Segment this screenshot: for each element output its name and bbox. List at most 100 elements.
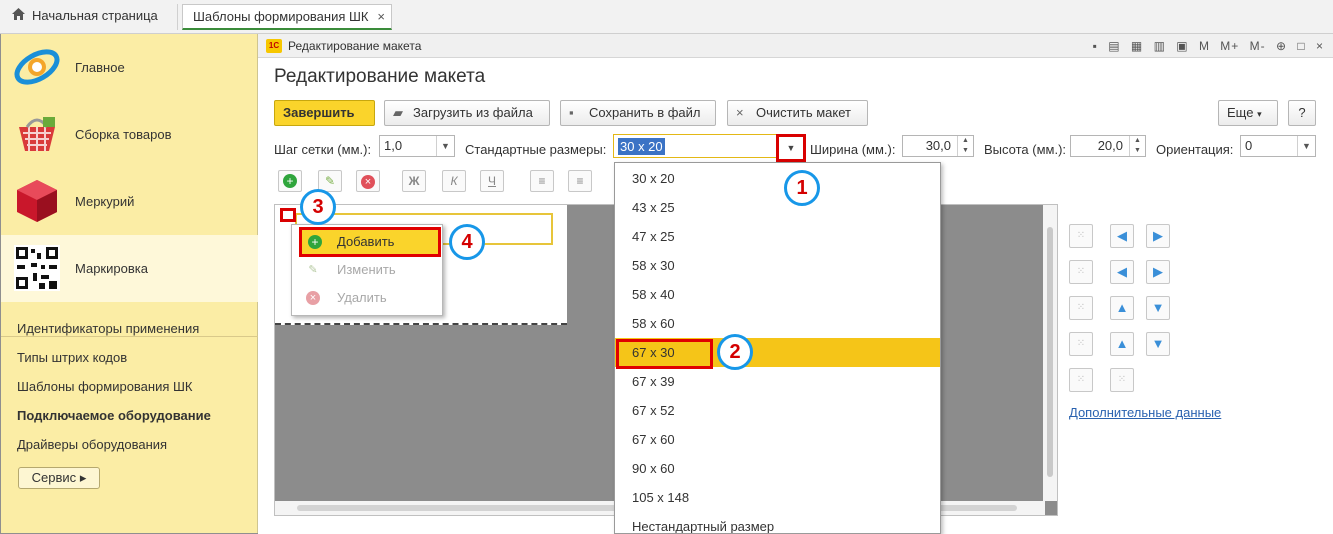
clear-layout-button[interactable]: × Очистить макет [727,100,868,126]
grid-dots-button[interactable]: ⁙ [1069,368,1093,392]
sidebar-link-connected-equipment[interactable]: Подключаемое оборудование [17,408,211,423]
arrow-up-icon: ▲ [1115,336,1129,351]
tab-home-label: Начальная страница [32,8,158,23]
size-option[interactable]: 67 x 52 [615,396,940,425]
size-option[interactable]: 58 x 40 [615,280,940,309]
help-button[interactable]: ? [1288,100,1316,126]
grid-dots-button[interactable]: ⁙ [1069,224,1093,248]
size-option[interactable]: 43 x 25 [615,193,940,222]
arrow-up-icon: ▲ [1115,300,1129,315]
size-option[interactable]: 90 x 60 [615,454,940,483]
bold-button[interactable]: Ж [402,170,426,192]
save-icon[interactable]: ▪ [1093,34,1098,58]
menu-item-edit-label: Изменить [337,262,396,277]
option-highlight-frame [616,339,713,369]
plus-circle-icon: + [308,235,322,249]
menu-item-delete-label: Удалить [337,290,387,305]
memory-m-icon[interactable]: M [1199,34,1210,58]
calendar-icon[interactable]: ▣ [1176,34,1188,58]
more-button[interactable]: Еще ▾ [1218,100,1278,126]
grid-dots-button[interactable]: ⁙ [1069,260,1093,284]
sidebar-section-assembly[interactable]: Сборка товаров [1,101,258,168]
spinner-icon[interactable]: ▲ ▼ [1129,136,1145,156]
arrow-left-button[interactable]: ◀ [1110,224,1134,248]
load-from-file-button[interactable]: ▰ Загрузить из файла [384,100,550,126]
arrow-right-button[interactable]: ▶ [1146,260,1170,284]
step-badge-3: 3 [300,189,336,225]
grid-dots-button[interactable]: ⁙ [1069,332,1093,356]
chevron-down-icon[interactable]: ▼ [436,136,454,156]
arrow-down-button[interactable]: ▼ [1146,296,1170,320]
sidebar-link-barcode-templates[interactable]: Шаблоны формирования ШК [17,379,193,394]
size-option[interactable]: 67 x 39 [615,367,940,396]
size-option[interactable]: 58 x 60 [615,309,940,338]
height-field[interactable]: 20,0 ▲ ▼ [1070,135,1146,157]
sidebar-link-equipment-drivers[interactable]: Драйверы оборудования [17,437,167,452]
selected-element-marker[interactable] [280,208,296,222]
arrow-down-button[interactable]: ▼ [1146,332,1170,356]
additional-data-link[interactable]: Дополнительные данные [1069,405,1221,420]
arrow-down-icon: ▼ [1151,336,1165,351]
zoom-icon[interactable]: ⊕ [1276,34,1287,58]
tab-home[interactable]: Начальная страница [2,4,178,30]
scroll-thumb[interactable] [1047,227,1053,477]
close-window-icon[interactable]: × [1316,34,1324,58]
sidebar-section-marking[interactable]: Маркировка [1,235,258,302]
orientation-field[interactable]: 0 ▼ [1240,135,1316,157]
arrow-up-button[interactable]: ▲ [1110,332,1134,356]
save-to-file-button[interactable]: ▪ Сохранить в файл [560,100,716,126]
finish-button[interactable]: Завершить [274,100,375,126]
standard-sizes-dropdown-button[interactable]: ▼ [776,134,806,162]
size-option[interactable]: 47 x 25 [615,222,940,251]
arrow-right-button[interactable]: ▶ [1146,224,1170,248]
maximize-icon[interactable]: □ [1297,34,1305,58]
italic-button[interactable]: К [442,170,466,192]
size-option[interactable]: 67 x 60 [615,425,940,454]
more-label: Еще [1227,105,1254,120]
add-element-button[interactable]: + [278,170,302,192]
size-option[interactable]: 30 x 20 [615,164,940,193]
vertical-scrollbar[interactable] [1043,205,1057,501]
red-cube-icon [13,178,61,224]
chevron-down-icon[interactable]: ▼ [1297,136,1315,156]
sidebar-section-mercury[interactable]: Меркурий [1,168,258,235]
pencil-icon: ✎ [308,264,318,276]
delete-element-button[interactable]: × [356,170,380,192]
tab-barcode-templates[interactable]: Шаблоны формирования ШК × [182,4,392,30]
sidebar-link-barcode-types[interactable]: Типы штрих кодов [17,350,127,365]
print-icon[interactable]: ▤ [1108,34,1120,58]
memory-minus-icon[interactable]: M- [1250,34,1266,58]
menu-item-add-highlight[interactable]: + Добавить [299,227,441,257]
height-value: 20,0 [1097,138,1123,153]
grid-dots-button[interactable]: ⁙ [1069,296,1093,320]
width-value: 30,0 [925,138,951,153]
menu-item-edit[interactable]: ✎ Изменить [292,257,442,283]
grid-step-field[interactable]: 1,0 ▼ [379,135,455,157]
arrow-up-button[interactable]: ▲ [1110,296,1134,320]
size-option[interactable]: Нестандартный размер [615,512,940,533]
sidebar-section-main[interactable]: Главное [1,34,258,101]
home-icon [12,4,26,28]
calculator-icon[interactable]: ▥ [1154,34,1166,58]
align-center-button[interactable]: ≡ [568,170,592,192]
align-left-button[interactable]: ≡ [530,170,554,192]
height-label: Высота (мм.): [984,142,1067,157]
preview-icon[interactable]: ▦ [1131,34,1143,58]
sidebar-link-app-identifiers[interactable]: Идентификаторы применения [17,321,199,336]
close-icon[interactable]: × [377,5,385,29]
size-option[interactable]: 58 x 30 [615,251,940,280]
memory-plus-icon[interactable]: M+ [1220,34,1239,58]
arrow-left-icon: ◀ [1117,228,1127,243]
width-field[interactable]: 30,0 ▲ ▼ [902,135,974,157]
arrow-left-button[interactable]: ◀ [1110,260,1134,284]
grid-step-label: Шаг сетки (мм.): [274,142,372,157]
grid-dots-button[interactable]: ⁙ [1110,368,1134,392]
menu-item-delete[interactable]: × Удалить [292,285,442,311]
underline-button[interactable]: Ч [480,170,504,192]
basket-icon [13,111,61,157]
orbit-logo-icon [13,44,61,90]
size-option[interactable]: 105 x 148 [615,483,940,512]
service-button[interactable]: Сервис ▸ [18,467,100,489]
spinner-icon[interactable]: ▲ ▼ [957,136,973,156]
standard-sizes-value: 30 x 20 [618,138,665,155]
